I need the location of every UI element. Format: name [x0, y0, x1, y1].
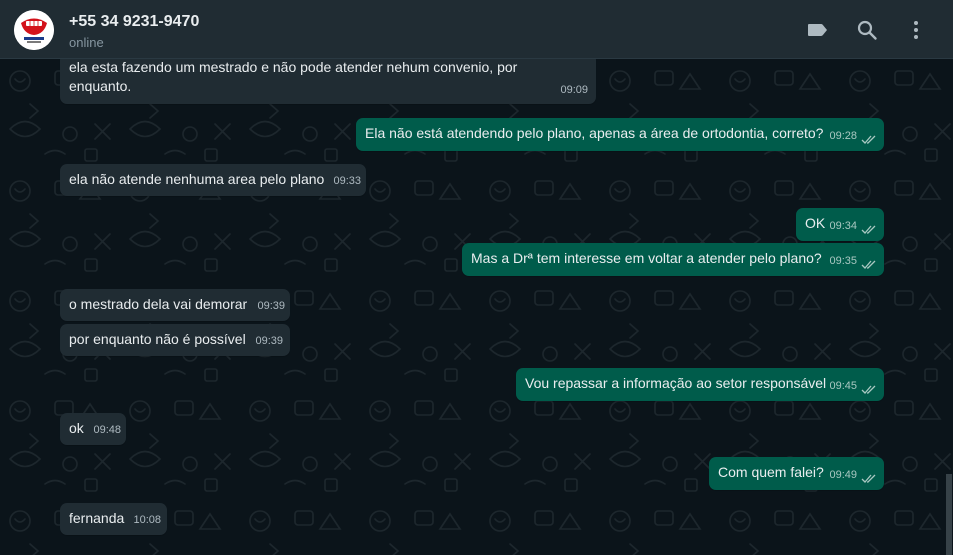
message-text: ela esta fazendo um mestrado e não pode … [69, 59, 518, 75]
message-incoming[interactable]: por enquanto não é possível 09:39 [60, 324, 290, 356]
message-outgoing[interactable]: OK 09:34 [796, 208, 884, 241]
message-time: 09:28 [829, 130, 857, 142]
message-text: OK [805, 215, 826, 231]
message-time: 09:45 [829, 380, 857, 392]
contact-avatar[interactable] [14, 10, 54, 50]
read-receipt-icon [861, 385, 876, 394]
message-incoming[interactable]: ela esta fazendo um mestrado e não pode … [60, 59, 596, 104]
message-time: 10:08 [133, 514, 161, 526]
message-time: 09:09 [560, 84, 588, 96]
message-text: Mas a Drª tem interesse em voltar a aten… [471, 250, 822, 266]
chat-scrollbar[interactable] [946, 474, 952, 555]
message-outgoing[interactable]: Mas a Drª tem interesse em voltar a aten… [462, 243, 884, 276]
message-text: ok [69, 420, 84, 436]
read-receipt-icon [861, 260, 876, 269]
read-receipt-icon [861, 474, 876, 483]
message-text: fernanda [69, 510, 125, 526]
menu-icon[interactable] [905, 19, 927, 41]
message-outgoing[interactable]: Com quem falei? 09:49 [709, 457, 884, 490]
search-icon[interactable] [856, 19, 878, 41]
message-text: Ela não está atendendo pelo plano, apena… [365, 125, 824, 141]
read-receipt-icon [861, 135, 876, 144]
message-incoming[interactable]: ela não atende nenhuma area pelo plano 0… [60, 164, 366, 196]
message-time: 09:33 [333, 175, 361, 187]
message-incoming[interactable]: fernanda 10:08 [60, 503, 167, 535]
message-text: ela não atende nenhuma area pelo plano [69, 171, 325, 187]
contact-name[interactable]: +55 34 9231-9470 [69, 13, 199, 31]
message-text: por enquanto não é possível [69, 331, 246, 347]
message-time: 09:39 [255, 335, 283, 347]
message-time: 09:35 [829, 255, 857, 267]
chat-header: +55 34 9231-9470 online [0, 0, 953, 59]
message-incoming[interactable]: ok 09:48 [60, 413, 126, 445]
message-incoming[interactable]: o mestrado dela vai demorar 09:39 [60, 289, 290, 321]
message-text: Vou repassar a informação ao setor respo… [525, 375, 827, 391]
message-outgoing[interactable]: Vou repassar a informação ao setor respo… [516, 368, 884, 401]
label-icon[interactable] [806, 19, 828, 41]
message-list[interactable]: ela esta fazendo um mestrado e não pode … [0, 59, 953, 555]
message-time: 09:34 [829, 220, 857, 232]
read-receipt-icon [861, 225, 876, 234]
message-text: enquanto. [69, 78, 132, 94]
message-text: Com quem falei? [718, 464, 824, 480]
message-outgoing[interactable]: Ela não está atendendo pelo plano, apena… [356, 118, 884, 151]
message-time: 09:49 [829, 469, 857, 481]
contact-status: online [69, 35, 104, 50]
message-time: 09:48 [93, 424, 121, 436]
message-time: 09:39 [257, 300, 285, 312]
message-text: o mestrado dela vai demorar [69, 296, 248, 312]
